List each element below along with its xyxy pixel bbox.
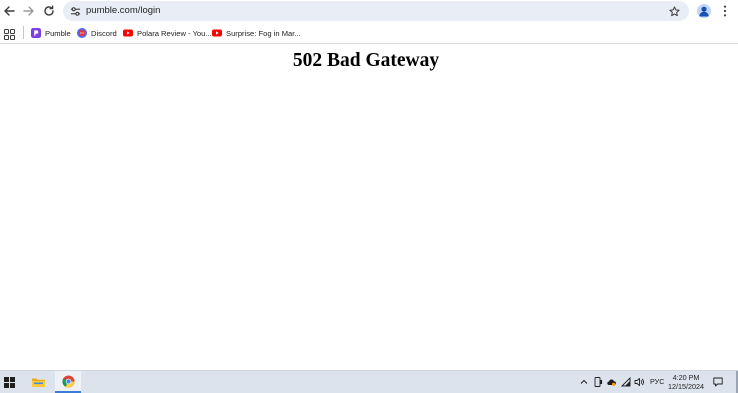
bookmark-surprise-fog[interactable]: Surprise: Fog in Mar...: [212, 26, 301, 40]
address-bar[interactable]: pumble.com/login: [63, 1, 689, 21]
back-button[interactable]: [1, 3, 17, 19]
apps-button[interactable]: [4, 27, 16, 40]
chrome-taskbar-button[interactable]: [55, 371, 81, 393]
notification-icon: [713, 377, 723, 387]
tune-icon: [70, 6, 80, 16]
folder-icon: [31, 378, 45, 387]
youtube-icon: [212, 28, 222, 38]
system-clock[interactable]: 4:20 PM 12/15/2024: [667, 373, 705, 391]
page-content: 502 Bad Gateway: [0, 44, 738, 370]
wifi-icon: [621, 377, 631, 387]
bookmarks-separator: [23, 26, 24, 39]
volume-button[interactable]: [633, 376, 645, 388]
browser-toolbar: pumble.com/login: [0, 0, 738, 22]
arrow-right-icon: [23, 6, 34, 16]
star-icon: [668, 5, 680, 16]
bookmark-label: Surprise: Fog in Mar...: [226, 28, 301, 38]
reload-button[interactable]: [41, 3, 57, 19]
bookmark-label: Pumble: [45, 28, 71, 38]
show-hidden-icons-button[interactable]: [578, 376, 590, 388]
bookmark-star-button[interactable]: [667, 4, 681, 18]
bookmarks-bar: Pumble Discord Polara Review - You... Su…: [0, 23, 738, 44]
reload-icon: [44, 5, 54, 16]
notifications-button[interactable]: [712, 376, 724, 388]
chevron-up-icon: [580, 379, 588, 384]
bookmark-label: Discord: [91, 28, 117, 38]
tray-cloud-button[interactable]: [605, 376, 617, 388]
profile-button[interactable]: [697, 4, 711, 18]
url-text[interactable]: pumble.com/login: [86, 4, 160, 18]
discord-icon: [77, 28, 87, 38]
error-heading: 502 Bad Gateway: [292, 50, 440, 71]
youtube-icon: [123, 28, 133, 38]
bookmark-polara-review[interactable]: Polara Review - You...: [123, 26, 212, 40]
pumble-icon: [31, 28, 41, 38]
kebab-menu-icon: [723, 5, 727, 17]
bookmark-label: Polara Review - You...: [137, 28, 212, 38]
network-button[interactable]: [620, 376, 632, 388]
apps-grid-icon: [4, 29, 15, 40]
chrome-icon: [61, 374, 75, 388]
profile-icon: [699, 6, 709, 17]
forward-button[interactable]: [21, 3, 37, 19]
bookmark-discord[interactable]: Discord: [77, 26, 117, 40]
start-button[interactable]: [0, 371, 18, 393]
tray-device-button[interactable]: [592, 376, 604, 388]
cloud-icon: [607, 379, 616, 386]
arrow-left-icon: [4, 6, 15, 16]
site-info-button[interactable]: [68, 4, 82, 18]
device-icon: [594, 377, 603, 387]
browser-menu-button[interactable]: [719, 4, 731, 18]
clock-time: 4:20 PM: [672, 373, 700, 382]
clock-date: 12/15/2024: [668, 382, 704, 391]
bookmark-pumble[interactable]: Pumble: [31, 26, 71, 40]
input-language-indicator[interactable]: РУС: [650, 377, 664, 386]
screen: pumble.com/login Pumble Discord Polara R…: [0, 0, 738, 393]
taskbar: РУС 4:20 PM 12/15/2024: [0, 370, 738, 393]
windows-logo-icon: [3, 376, 15, 388]
volume-icon: [634, 378, 644, 386]
file-explorer-button[interactable]: [28, 371, 48, 393]
